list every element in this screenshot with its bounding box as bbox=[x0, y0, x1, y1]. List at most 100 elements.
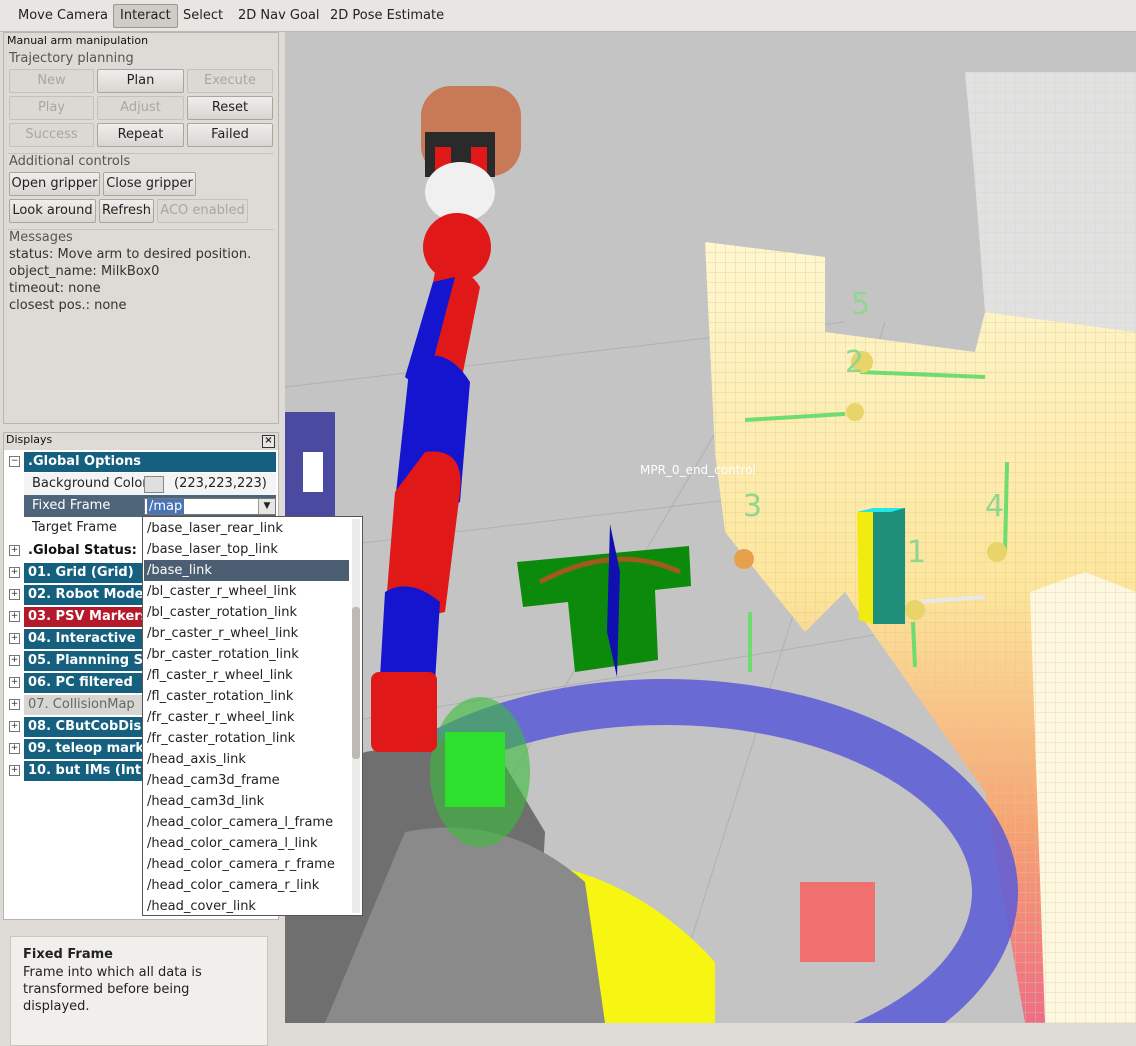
frame-option[interactable]: /fr_caster_rotation_link bbox=[147, 728, 295, 749]
refresh-button[interactable]: Refresh bbox=[99, 199, 154, 223]
adjust-button[interactable]: Adjust bbox=[97, 96, 184, 120]
display-item[interactable]: 05. Plannning S bbox=[24, 651, 142, 671]
manual-arm-panel: Manual arm manipulation Trajectory plann… bbox=[3, 32, 279, 424]
frame-option[interactable]: /head_color_camera_r_link bbox=[147, 875, 319, 896]
close-icon[interactable]: × bbox=[262, 435, 275, 448]
failed-button[interactable]: Failed bbox=[187, 123, 273, 147]
repeat-button[interactable]: Repeat bbox=[97, 123, 184, 147]
messages-title: Messages bbox=[9, 230, 73, 245]
expand-icon[interactable]: + bbox=[9, 567, 20, 578]
tool-2d-pose-estimate[interactable]: 2D Pose Estimate bbox=[324, 4, 450, 28]
axis-number: 1 bbox=[907, 535, 926, 570]
new-button[interactable]: New bbox=[9, 69, 94, 93]
expand-icon[interactable]: + bbox=[9, 677, 20, 688]
aco-enabled-button[interactable]: ACO enabled bbox=[157, 199, 248, 223]
reset-button[interactable]: Reset bbox=[187, 96, 273, 120]
expand-icon[interactable]: + bbox=[9, 633, 20, 644]
scrollbar-thumb[interactable] bbox=[352, 607, 360, 759]
frame-option[interactable]: /br_caster_rotation_link bbox=[147, 644, 299, 665]
frame-option[interactable]: /head_color_camera_l_frame bbox=[147, 812, 333, 833]
green-gripper-marker[interactable] bbox=[430, 697, 530, 847]
frame-option[interactable]: /head_color_camera_r_frame bbox=[147, 854, 335, 875]
expand-icon[interactable]: + bbox=[9, 743, 20, 754]
frame-option[interactable]: /head_cam3d_link bbox=[147, 791, 264, 812]
background-color-swatch[interactable] bbox=[144, 476, 164, 493]
scene-render: 3 4 5 2 1 MPR_0_end_control bbox=[285, 32, 1136, 1023]
close-gripper-button[interactable]: Close gripper bbox=[103, 172, 196, 196]
fixed-frame-dropdown-list[interactable]: /base_laser_rear_link/base_laser_top_lin… bbox=[142, 516, 363, 916]
fixed-frame-combobox[interactable]: /map ▼ bbox=[144, 498, 276, 515]
display-item[interactable]: 03. PSV Markers bbox=[24, 607, 142, 627]
frame-option[interactable]: /fl_caster_r_wheel_link bbox=[147, 665, 293, 686]
red-block bbox=[800, 882, 875, 962]
frame-option[interactable]: /base_laser_top_link bbox=[147, 539, 278, 560]
expand-icon[interactable]: + bbox=[9, 655, 20, 666]
robot-base-label bbox=[303, 452, 323, 492]
axis-number: 2 bbox=[845, 345, 864, 380]
help-panel: Fixed Frame Frame into which all data is… bbox=[10, 936, 268, 1046]
frame-option[interactable]: /head_color_camera_l_link bbox=[147, 833, 318, 854]
look-around-button[interactable]: Look around bbox=[9, 199, 96, 223]
axis-number: 3 bbox=[743, 489, 762, 524]
global-options-row[interactable]: .Global Options bbox=[24, 452, 276, 472]
frame-option[interactable]: /head_cover_link bbox=[147, 896, 256, 915]
expand-icon[interactable]: + bbox=[9, 611, 20, 622]
open-gripper-button[interactable]: Open gripper bbox=[9, 172, 100, 196]
target-frame-label: Target Frame bbox=[32, 520, 117, 535]
frame-option[interactable]: /base_laser_rear_link bbox=[147, 518, 283, 539]
plan-button[interactable]: Plan bbox=[97, 69, 184, 93]
display-item[interactable]: 04. Interactive bbox=[24, 629, 142, 649]
milk-box-object bbox=[857, 508, 905, 624]
display-item[interactable]: .Global Status: bbox=[24, 541, 142, 561]
frame-option[interactable]: /bl_caster_rotation_link bbox=[147, 602, 297, 623]
background-color-row[interactable]: Background Color (223,223,223) bbox=[24, 473, 276, 495]
3d-viewport[interactable]: 3 4 5 2 1 MPR_0_end_control bbox=[285, 32, 1136, 1023]
tool-select[interactable]: Select bbox=[177, 4, 229, 28]
marker-label: MPR_0_end_control bbox=[640, 463, 756, 477]
message-line: timeout: none bbox=[9, 281, 101, 296]
tool-2d-nav-goal[interactable]: 2D Nav Goal bbox=[232, 4, 326, 28]
expand-icon[interactable]: + bbox=[9, 699, 20, 710]
dropdown-scrollbar[interactable] bbox=[352, 519, 360, 913]
expand-icon[interactable]: + bbox=[9, 545, 20, 556]
displays-header: Displays × bbox=[4, 433, 278, 450]
display-item[interactable]: 02. Robot Model bbox=[24, 585, 142, 605]
axis-number: 5 bbox=[851, 287, 870, 322]
fixed-frame-label: Fixed Frame bbox=[32, 498, 111, 513]
execute-button[interactable]: Execute bbox=[187, 69, 273, 93]
displays-title: Displays bbox=[6, 433, 53, 446]
frame-option[interactable]: /fr_caster_r_wheel_link bbox=[147, 707, 294, 728]
frame-option[interactable]: /bl_caster_r_wheel_link bbox=[147, 581, 296, 602]
message-line: status: Move arm to desired position. bbox=[9, 247, 252, 262]
display-item[interactable]: 10. but IMs (Int bbox=[24, 761, 142, 781]
help-text: Frame into which all data is transformed… bbox=[23, 965, 202, 1014]
frame-option[interactable]: /base_link bbox=[144, 560, 349, 581]
tool-move-camera[interactable]: Move Camera bbox=[12, 4, 114, 28]
trajectory-planning-title: Trajectory planning bbox=[9, 51, 134, 66]
frame-option[interactable]: /head_axis_link bbox=[147, 749, 246, 770]
frame-option[interactable]: /fl_caster_rotation_link bbox=[147, 686, 293, 707]
display-item[interactable]: 01. Grid (Grid) bbox=[24, 563, 142, 583]
success-button[interactable]: Success bbox=[9, 123, 94, 147]
expand-icon[interactable]: + bbox=[9, 589, 20, 600]
display-item[interactable]: 07. CollisionMap bbox=[24, 695, 142, 715]
background-color-label: Background Color bbox=[32, 476, 144, 491]
message-line: object_name: MilkBox0 bbox=[9, 264, 160, 279]
frame-option[interactable]: /head_cam3d_frame bbox=[147, 770, 280, 791]
tool-interact[interactable]: Interact bbox=[113, 4, 178, 28]
play-button[interactable]: Play bbox=[9, 96, 94, 120]
display-item[interactable]: 08. CButCobDis bbox=[24, 717, 142, 737]
expand-icon[interactable]: + bbox=[9, 765, 20, 776]
background-color-value: (223,223,223) bbox=[174, 476, 267, 491]
frame-option[interactable]: /br_caster_r_wheel_link bbox=[147, 623, 298, 644]
panel-title: Manual arm manipulation bbox=[7, 34, 149, 47]
chevron-down-icon[interactable]: ▼ bbox=[258, 499, 275, 514]
message-line: closest pos.: none bbox=[9, 298, 127, 313]
display-item[interactable]: 09. teleop mark bbox=[24, 739, 142, 759]
display-item[interactable]: 06. PC filtered bbox=[24, 673, 142, 693]
collapse-icon[interactable]: − bbox=[9, 456, 20, 467]
axis-number: 4 bbox=[985, 489, 1004, 524]
main-toolbar: Move Camera Interact Select 2D Nav Goal … bbox=[0, 0, 1136, 32]
expand-icon[interactable]: + bbox=[9, 721, 20, 732]
fixed-frame-input[interactable]: /map bbox=[147, 499, 185, 514]
